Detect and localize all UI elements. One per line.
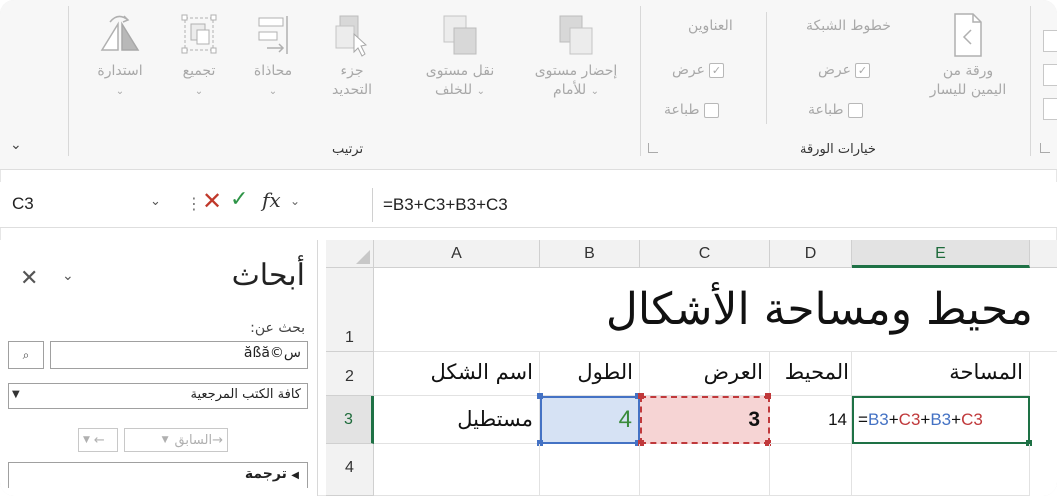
- pane-options-chevron-icon[interactable]: ⌄: [62, 268, 74, 284]
- collapse-ribbon-chevron-icon[interactable]: ⌄: [10, 137, 22, 153]
- gridlines-heading: خطوط الشبكة: [806, 18, 891, 34]
- rtl-line1: ورقة من: [942, 63, 994, 79]
- back-arrow-icon: →: [212, 432, 223, 448]
- cell-c2[interactable]: العرض: [640, 352, 770, 396]
- bring-forward-button[interactable]: إحضار مستوى للأمام ⌄: [520, 12, 632, 101]
- arrange-group-label: ترتيب: [332, 142, 364, 157]
- column-header-d[interactable]: D: [770, 240, 852, 268]
- dialog-launcher-icon[interactable]: [1040, 143, 1050, 153]
- formula-input[interactable]: =B3+C3+B3+C3: [372, 188, 1052, 222]
- enter-formula-icon[interactable]: ✓: [230, 187, 248, 212]
- rotate-icon: [100, 15, 140, 51]
- row-header-4[interactable]: 4: [326, 444, 374, 496]
- checkbox-empty-icon: [703, 102, 719, 118]
- expand-triangle-icon: ◀: [291, 470, 299, 481]
- cell-a4[interactable]: [374, 444, 540, 496]
- sheet-right-to-left-button[interactable]: ورقة من اليمين لليسار: [912, 12, 1024, 100]
- cell-b4[interactable]: [540, 444, 640, 496]
- cell-a3[interactable]: مستطيل: [374, 396, 540, 444]
- research-pane: أبحاث ✕ ⌄ بحث عن: س©ăßă ⌕ كافة الكتب الم…: [0, 240, 318, 496]
- cell-d3[interactable]: 14: [770, 396, 852, 444]
- send-backward-icon: [443, 15, 477, 55]
- bring-forward-icon: [559, 15, 593, 55]
- back-button[interactable]: → السابق ▼: [124, 428, 228, 452]
- cell-d2[interactable]: المحيط: [770, 352, 852, 396]
- row-header-3[interactable]: 3: [326, 396, 374, 444]
- cell-b2[interactable]: الطول: [540, 352, 640, 396]
- headings-view-checkbox[interactable]: ✓ عرض: [672, 62, 725, 78]
- search-label: بحث عن:: [250, 320, 305, 336]
- ref-handle-icon[interactable]: [537, 393, 543, 399]
- search-input[interactable]: س©ăßă: [50, 341, 308, 369]
- group-button[interactable]: تجميع ⌄: [166, 12, 232, 101]
- row-header-1[interactable]: 1: [326, 268, 374, 352]
- dropdown-arrow-icon: ▼: [83, 435, 90, 445]
- insert-function-button[interactable]: fx: [262, 188, 281, 212]
- search-icon[interactable]: ⌕: [8, 341, 44, 369]
- translate-section[interactable]: ◀ ترجمة: [8, 462, 308, 488]
- formula-bar: C3 ⌄ ⋮ ✕ ✓ fx ⌄ =B3+C3+B3+C3: [0, 182, 1057, 228]
- cell-c3[interactable]: 3: [640, 396, 770, 444]
- forward-arrow-icon: ←: [93, 432, 105, 448]
- align-icon: [258, 16, 288, 54]
- checkbox-checked-icon: ✓: [855, 62, 871, 78]
- column-header-a[interactable]: A: [374, 240, 540, 268]
- sheet-title-cell[interactable]: محيط ومساحة الأشكال: [374, 268, 1057, 352]
- cell-e4[interactable]: [852, 444, 1030, 496]
- gridlines-view-checkbox[interactable]: ✓ عرض: [818, 62, 871, 78]
- formula-bar-grip-icon[interactable]: ⋮: [186, 194, 202, 213]
- function-dropdown-icon[interactable]: ⌄: [290, 194, 300, 208]
- sheet-rtl-icon: [954, 13, 982, 57]
- selection-pane-icon: [335, 15, 368, 57]
- send-backward-button[interactable]: نقل مستوى للخلف ⌄: [410, 12, 510, 101]
- dropdown-arrow-icon: ▼: [161, 435, 169, 445]
- worksheet-grid: A B C D E 1 2 3 4 محيط ومساحة الأشكال اس…: [326, 240, 1057, 496]
- excel-window: ورقة من اليمين لليسار خطوط الشبكة ✓ عرض …: [0, 0, 1057, 496]
- headings-print-checkbox[interactable]: طباعة: [664, 102, 719, 118]
- name-box-dropdown-icon[interactable]: ⌄: [150, 194, 161, 209]
- selection-pane-button[interactable]: جزء التحديد: [312, 12, 392, 100]
- sheet-options-launcher-icon[interactable]: [648, 143, 658, 153]
- column-header-e[interactable]: E: [852, 240, 1030, 268]
- group-icon: [181, 14, 217, 54]
- sheet-options-group-label: خيارات الورقة: [800, 142, 876, 157]
- dropdown-arrow-icon[interactable]: ▼: [12, 389, 20, 400]
- cell-d4[interactable]: [770, 444, 852, 496]
- ribbon: ورقة من اليمين لليسار خطوط الشبكة ✓ عرض …: [0, 0, 1057, 170]
- cell-e2[interactable]: المساحة: [852, 352, 1030, 396]
- row-header-2[interactable]: 2: [326, 352, 374, 396]
- rtl-line2: اليمين لليسار: [929, 82, 1007, 98]
- reference-select[interactable]: كافة الكتب المرجعية: [8, 383, 308, 409]
- ribbon-right-edge-controls: [1043, 30, 1057, 130]
- pane-navigation: ▼ ← → السابق ▼: [78, 428, 228, 452]
- cancel-formula-icon[interactable]: ✕: [202, 187, 222, 215]
- cell-a2[interactable]: اسم الشكل: [374, 352, 540, 396]
- column-header-b[interactable]: B: [540, 240, 640, 268]
- headings-heading: العناوين: [688, 18, 733, 34]
- align-button[interactable]: محاذاة ⌄: [240, 12, 306, 101]
- ref-handle-icon[interactable]: [638, 393, 644, 399]
- checkbox-checked-icon: ✓: [709, 62, 725, 78]
- column-header-c[interactable]: C: [640, 240, 770, 268]
- close-icon[interactable]: ✕: [20, 266, 38, 291]
- column-header-f[interactable]: [1030, 240, 1057, 268]
- gridlines-print-checkbox[interactable]: طباعة: [808, 102, 863, 118]
- forward-button[interactable]: ▼ ←: [78, 428, 118, 452]
- checkbox-empty-icon: [847, 102, 863, 118]
- research-pane-title: أبحاث: [231, 258, 305, 293]
- cell-e3-editing[interactable]: =B3+C3+B3+C3: [852, 396, 1030, 444]
- cell-b3[interactable]: 4: [540, 396, 640, 444]
- cell-c4[interactable]: [640, 444, 770, 496]
- rotate-button[interactable]: استدارة ⌄: [80, 12, 160, 101]
- select-all-corner[interactable]: [326, 240, 374, 268]
